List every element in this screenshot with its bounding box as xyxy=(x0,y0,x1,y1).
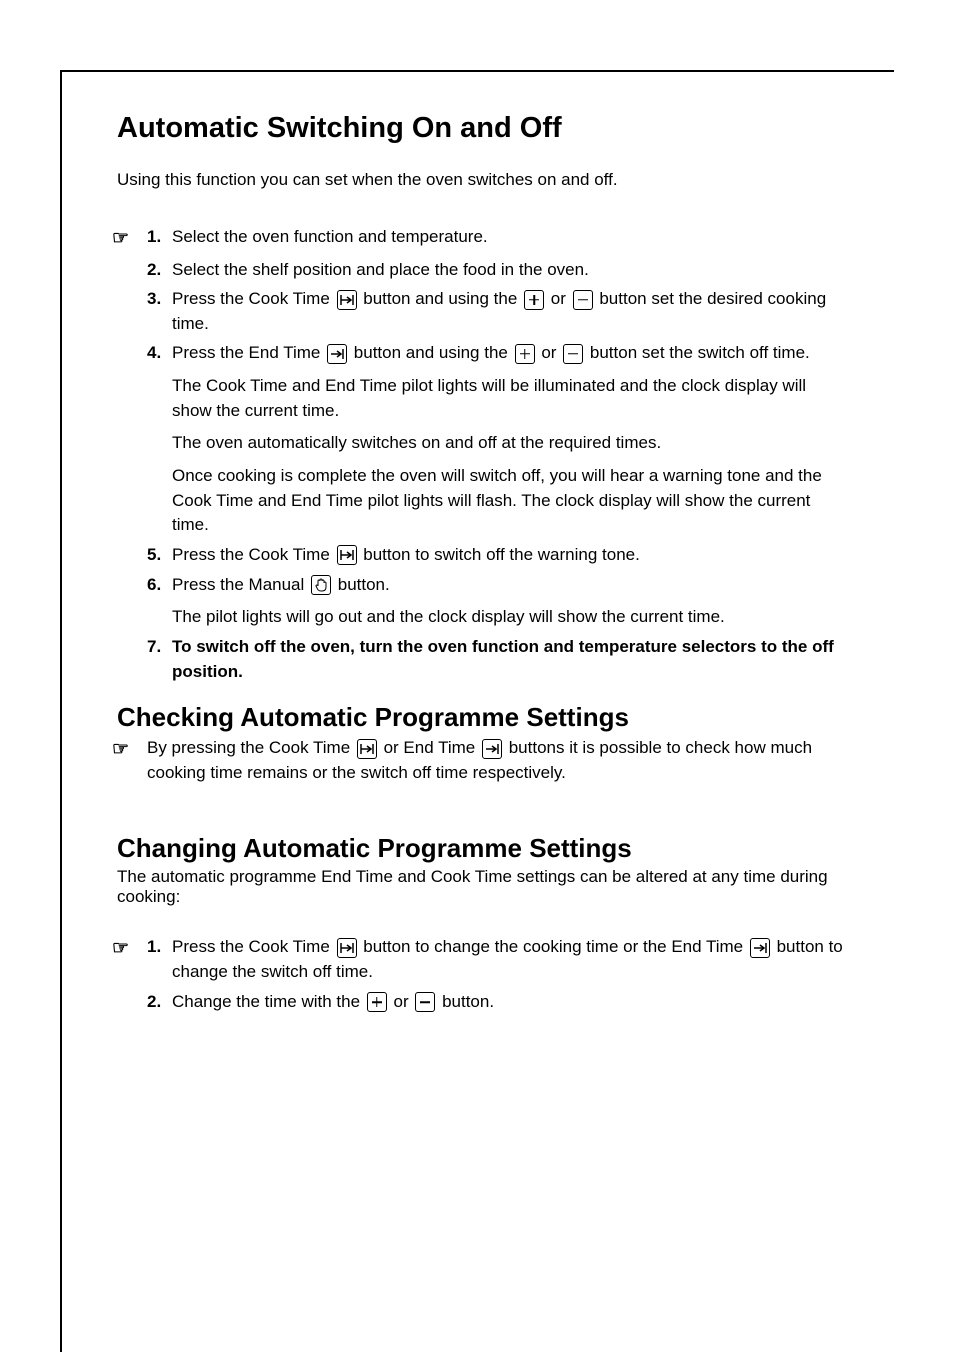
step-text: Change the time with the or button. xyxy=(172,990,849,1015)
step-number: 6. xyxy=(147,573,172,598)
instruction-step: 5.Press the Cook Time button to switch o… xyxy=(112,543,849,568)
plus-icon xyxy=(515,344,535,364)
instruction-step: 4.Press the End Time button and using th… xyxy=(112,341,849,537)
step-number: 2. xyxy=(147,258,172,283)
instruction-step: 2.Select the shelf position and place th… xyxy=(112,258,849,283)
step-number: 7. xyxy=(147,635,172,660)
step-text: Select the oven function and temperature… xyxy=(172,225,849,250)
end-time-icon xyxy=(750,938,770,958)
instruction-step: 7.To switch off the oven, turn the oven … xyxy=(112,635,849,684)
step-extra-text: The oven automatically switches on and o… xyxy=(172,431,849,456)
instruction-step: 6.Press the Manual button.The pilot ligh… xyxy=(112,573,849,630)
page-subtitle: Using this function you can set when the… xyxy=(117,170,849,190)
plus-icon xyxy=(367,992,387,1012)
step-number: 4. xyxy=(147,341,172,366)
end-time-icon xyxy=(482,739,502,759)
cook-time-icon xyxy=(337,545,357,565)
step-text: Select the shelf position and place the … xyxy=(172,258,849,283)
step-text: Press the Cook Time button to change the… xyxy=(172,935,849,984)
cook-time-icon xyxy=(357,739,377,759)
plus-icon xyxy=(524,290,544,310)
minus-icon xyxy=(573,290,593,310)
step-text: Press the End Time button and using the … xyxy=(172,341,849,537)
step-text: To switch off the oven, turn the oven fu… xyxy=(172,635,849,684)
step-extra-text: The pilot lights will go out and the clo… xyxy=(172,605,849,630)
instruction-step: ☞ 1.Select the oven function and temperat… xyxy=(112,225,849,253)
pointer-hand-icon: ☞ xyxy=(112,228,129,249)
end-time-icon xyxy=(327,344,347,364)
cook-time-icon xyxy=(337,938,357,958)
instruction-step: ☞ 1.Press the Cook Time button to change … xyxy=(112,935,849,984)
change-subtitle: The automatic programme End Time and Coo… xyxy=(117,867,849,907)
heading-check: Checking Automatic Programme Settings xyxy=(117,702,849,733)
step-text: By pressing the Cook Time or End Time bu… xyxy=(147,736,849,785)
step-extra-text: The Cook Time and End Time pilot lights … xyxy=(172,374,849,423)
step-text: Press the Cook Time button to switch off… xyxy=(172,543,849,568)
step-extra-text: Once cooking is complete the oven will s… xyxy=(172,464,849,538)
page-title: Automatic Switching On and Off xyxy=(117,112,849,145)
manual-hand-icon xyxy=(311,575,331,595)
step-number: 1. xyxy=(147,225,172,250)
step-text: Press the Manual button.The pilot lights… xyxy=(172,573,849,630)
step-number: 2. xyxy=(147,990,172,1015)
heading-change: Changing Automatic Programme Settings xyxy=(117,833,849,864)
step-number: 5. xyxy=(147,543,172,568)
step-number: 3. xyxy=(147,287,172,312)
step-text: Press the Cook Time button and using the… xyxy=(172,287,849,336)
minus-icon xyxy=(415,992,435,1012)
minus-icon xyxy=(563,344,583,364)
instruction-step: 3.Press the Cook Time button and using t… xyxy=(112,287,849,336)
step-number: 1. xyxy=(147,935,172,960)
instruction-step: 2.Change the time with the or button. xyxy=(112,990,849,1015)
check-step: ☞ By pressing the Cook Time or End Time b… xyxy=(112,736,849,785)
pointer-hand-icon: ☞ xyxy=(112,739,129,760)
pointer-hand-icon: ☞ xyxy=(112,938,129,959)
cook-time-icon xyxy=(337,290,357,310)
